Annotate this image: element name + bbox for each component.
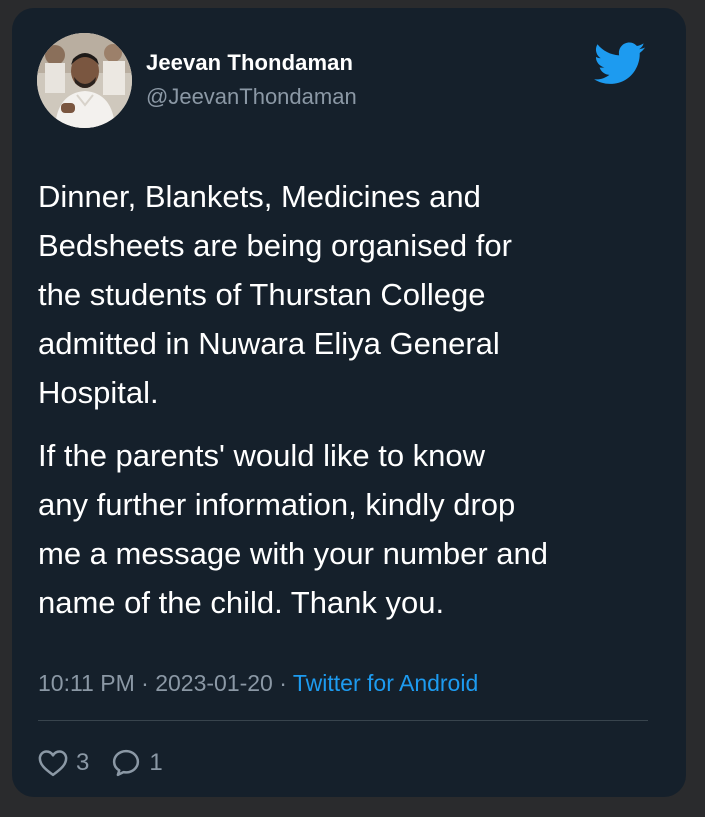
tweet-source-link[interactable]: Twitter for Android (293, 670, 478, 696)
display-name[interactable]: Jeevan Thondaman (146, 50, 353, 76)
tweet-paragraph: Dinner, Blankets, Medicines and Bedsheet… (38, 179, 512, 410)
heart-icon (38, 750, 68, 777)
tweet-date[interactable]: 2023-01-20 (155, 670, 273, 696)
avatar[interactable] (37, 33, 132, 128)
twitter-bird-icon[interactable] (594, 42, 646, 86)
user-handle[interactable]: @JeevanThondaman (146, 84, 357, 110)
tweet-text: Dinner, Blankets, Medicines and Bedsheet… (38, 172, 668, 627)
divider (38, 720, 648, 721)
reply-count: 1 (149, 749, 163, 776)
tweet-card: Jeevan Thondaman @JeevanThondaman Dinner… (12, 8, 686, 797)
tweet-actions: 3 1 (38, 743, 163, 783)
like-button[interactable]: 3 (38, 749, 89, 777)
meta-separator: · (134, 670, 156, 696)
tweet-time[interactable]: 10:11 PM (38, 670, 135, 696)
meta-separator: · (272, 670, 293, 696)
avatar-photo (37, 33, 132, 128)
reply-button[interactable]: 1 (111, 748, 163, 778)
speech-bubble-icon (113, 749, 140, 777)
like-count: 3 (76, 749, 90, 776)
tweet-meta: 10:11 PM · 2023-01-20 · Twitter for Andr… (38, 670, 478, 697)
tweet-paragraph: If the parents' would like to know any f… (38, 438, 549, 620)
